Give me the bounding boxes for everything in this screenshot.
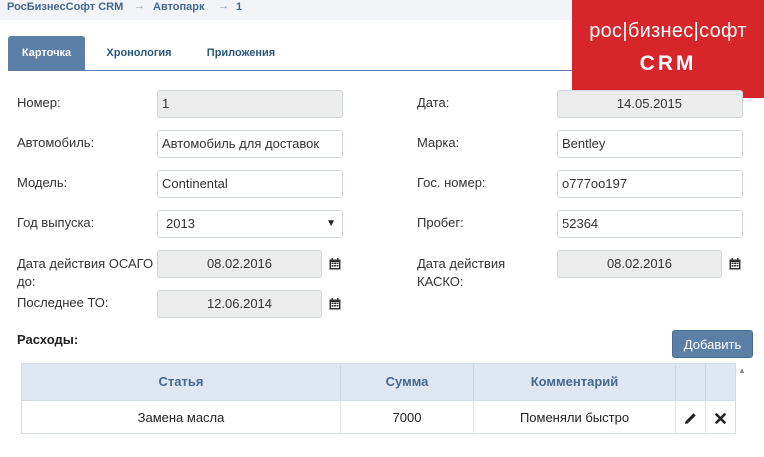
kasko-label-line2: КАСКО: bbox=[417, 274, 464, 289]
calendar-icon[interactable] bbox=[729, 258, 741, 270]
expenses-table: Статья Сумма Комментарий Замена масла 70… bbox=[21, 363, 736, 434]
car-label: Автомобиль: bbox=[17, 135, 95, 150]
date-label: Дата: bbox=[417, 95, 450, 110]
delete-cell bbox=[706, 400, 735, 434]
mileage-field[interactable]: 52364 bbox=[557, 210, 743, 238]
last-service-label: Последнее ТО: bbox=[17, 295, 109, 310]
calendar-icon[interactable] bbox=[329, 298, 341, 310]
dropdown-arrow-icon: ▼ bbox=[326, 218, 336, 229]
delete-icon[interactable] bbox=[715, 413, 726, 424]
scroll-up-arrow-icon[interactable]: ▲ bbox=[738, 366, 746, 375]
model-field[interactable]: Continental bbox=[157, 170, 343, 198]
kasko-label-line1: Дата действия bbox=[417, 256, 506, 271]
tab-attachments[interactable]: Приложения bbox=[195, 36, 287, 71]
osago-label-line1: Дата действия ОСАГО bbox=[17, 256, 154, 271]
add-expense-button[interactable]: Добавить bbox=[672, 330, 753, 358]
brand-label: Марка: bbox=[417, 135, 460, 150]
model-label: Модель: bbox=[17, 175, 68, 190]
plate-field[interactable]: о777оо197 bbox=[557, 170, 743, 198]
tab-history[interactable]: Хронология bbox=[96, 36, 182, 71]
brand-field[interactable]: Bentley bbox=[557, 130, 743, 158]
calendar-icon[interactable] bbox=[329, 258, 341, 270]
logo-crm: CRM bbox=[639, 52, 697, 75]
plate-label: Гос. номер: bbox=[417, 175, 486, 190]
year-select[interactable]: 2013 ▼ bbox=[157, 210, 343, 238]
tab-card[interactable]: Карточка bbox=[8, 36, 85, 71]
tabs-divider bbox=[8, 70, 572, 71]
column-header-amount[interactable]: Сумма bbox=[341, 364, 474, 400]
breadcrumb-record: 1 bbox=[236, 1, 243, 13]
cell-amount: 7000 bbox=[341, 400, 474, 434]
edit-cell bbox=[676, 400, 706, 434]
osago-label-line2: до: bbox=[17, 274, 36, 289]
date-field[interactable]: 14.05.2015 bbox=[557, 90, 743, 118]
column-header-delete bbox=[706, 364, 735, 400]
mileage-label: Пробег: bbox=[417, 215, 464, 230]
brand-logo: рос|бизнес|софт CRM bbox=[572, 0, 764, 98]
breadcrumb-section[interactable]: Автопарк bbox=[153, 1, 205, 13]
column-header-item[interactable]: Статья bbox=[22, 364, 341, 400]
number-label: Номер: bbox=[17, 95, 61, 110]
number-field[interactable]: 1 bbox=[157, 90, 343, 118]
breadcrumb-app[interactable]: РосБизнесСофт CRM bbox=[7, 1, 123, 13]
expenses-title: Расходы: bbox=[17, 332, 79, 347]
column-header-comment[interactable]: Комментарий bbox=[474, 364, 676, 400]
breadcrumb-separator: → bbox=[134, 0, 145, 12]
kasko-date-field[interactable]: 08.02.2016 bbox=[557, 250, 722, 278]
last-service-date-field[interactable]: 12.06.2014 bbox=[157, 290, 322, 318]
pencil-icon[interactable] bbox=[684, 412, 697, 425]
cell-comment: Поменяли быстро bbox=[474, 400, 676, 434]
year-label: Год выпуска: bbox=[17, 215, 95, 230]
column-header-edit bbox=[676, 364, 706, 400]
car-field[interactable]: Автомобиль для доставок bbox=[157, 130, 343, 158]
osago-date-field[interactable]: 08.02.2016 bbox=[157, 250, 322, 278]
logo-text: рос|бизнес|софт bbox=[589, 20, 747, 42]
breadcrumb-separator: → bbox=[218, 0, 229, 12]
cell-item: Замена масла bbox=[22, 400, 341, 434]
year-select-value: 2013 bbox=[166, 216, 195, 231]
